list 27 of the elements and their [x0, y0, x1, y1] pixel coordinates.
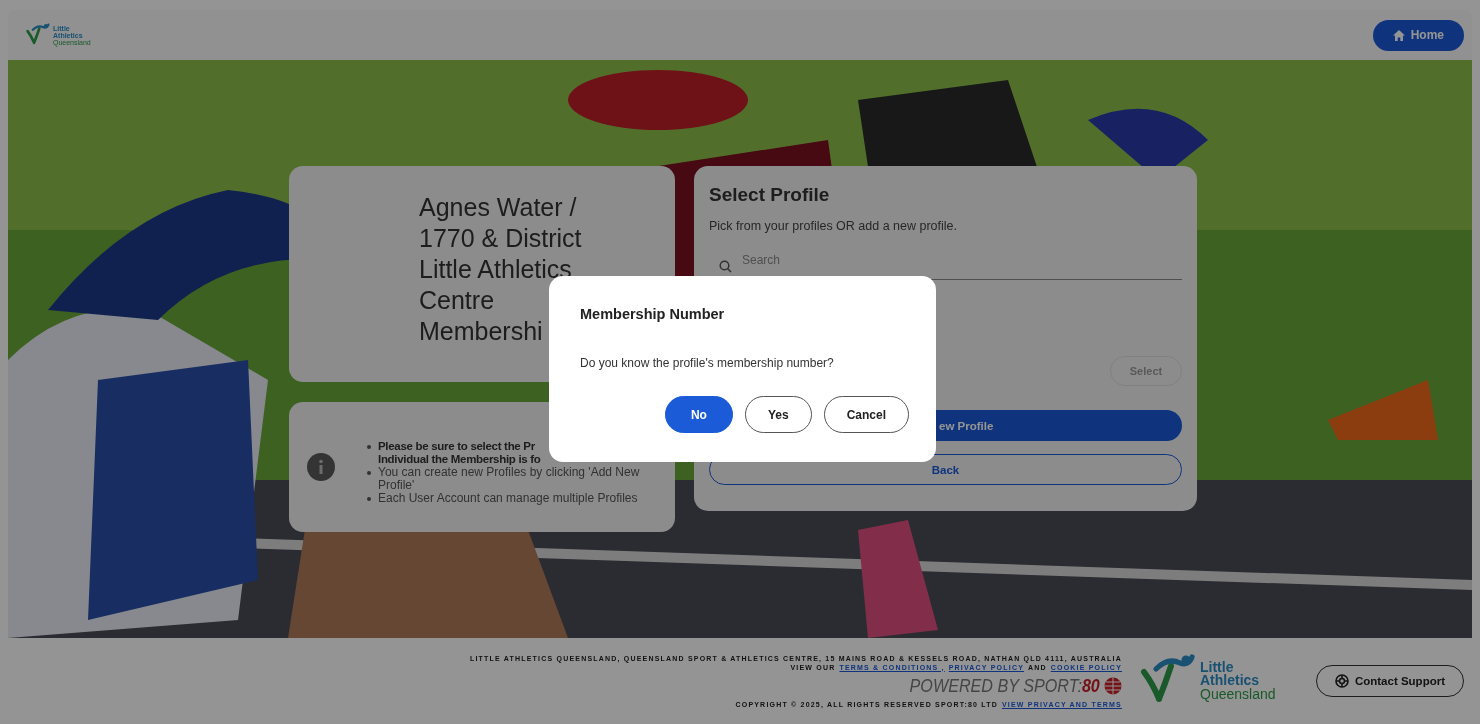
logo-text: Athletics	[1200, 674, 1260, 688]
dialog-title: Membership Number	[580, 306, 726, 322]
dialog-button[interactable]: Cancel	[823, 396, 909, 433]
home-button[interactable]: Home	[1372, 19, 1464, 51]
dialog-button[interactable]: Yes	[744, 396, 812, 433]
centre-title: Agnes Water /	[419, 192, 577, 223]
globe-icon	[1104, 676, 1122, 695]
search-icon	[719, 260, 732, 273]
centre-title: Centre	[419, 285, 495, 316]
home-icon	[1392, 29, 1405, 41]
info-text: Individual the Membership is fo	[378, 452, 541, 466]
info-icon	[307, 453, 335, 481]
centre-title: Little Athletics	[419, 254, 572, 285]
logo-text: Queensland	[1200, 687, 1276, 701]
info-text: Please be sure to select the Pr	[378, 439, 536, 453]
card-title: Select Profile	[709, 184, 831, 206]
card-subtitle: Pick from your profiles OR add a new profile.	[709, 219, 959, 233]
info-text: Each User Account can manage multiple Profiles	[378, 491, 639, 505]
centre-title: 1770 & District	[419, 223, 582, 254]
lifebuoy-icon	[1334, 674, 1349, 688]
contact-support-button[interactable]: Contact Support	[1315, 665, 1464, 697]
dialog-button[interactable]: No	[664, 396, 733, 433]
info-text: You can create new Profiles by clicking 'Add New Profile'	[378, 465, 641, 492]
powered-by-text: POWERED BY SPORT:80	[909, 674, 1100, 697]
centre-title: Membershi	[419, 316, 543, 347]
logo-text: Little	[1200, 661, 1234, 675]
dialog-message: Do you know the profile's membership number?	[580, 356, 835, 370]
